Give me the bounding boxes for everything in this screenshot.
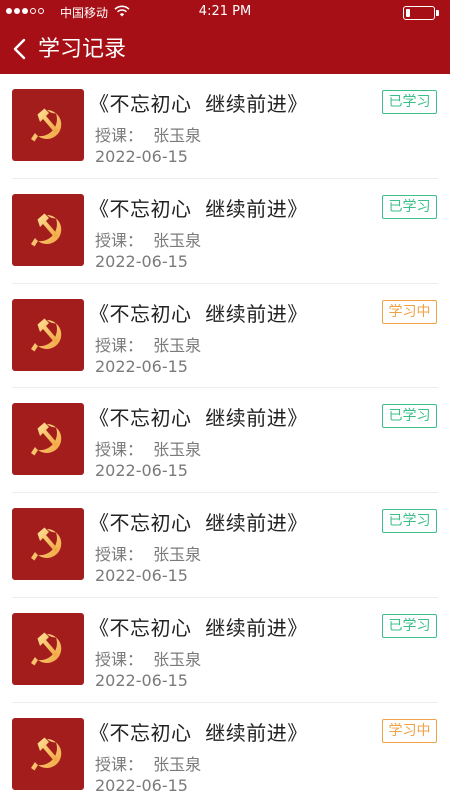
- study-date: 2022-06-15: [95, 251, 188, 271]
- study-status-badge: 学习中: [382, 299, 437, 324]
- nav-bar: 学习记录: [0, 24, 450, 74]
- course-thumbnail: [12, 193, 84, 266]
- hammer-sickle-icon: [31, 422, 62, 456]
- battery-icon: [403, 6, 439, 20]
- status-bar: 中国移动 4:21 PM: [0, 0, 450, 24]
- course-teacher: 授课： 张玉泉: [95, 335, 202, 355]
- app-header: 中国移动 4:21 PM 学习记录: [0, 0, 450, 74]
- study-record-item[interactable]: 《不忘初心 继续前进》 授课： 张玉泉 2022-06-15 已学习: [0, 388, 450, 493]
- course-thumbnail: [12, 89, 84, 161]
- study-date: 2022-06-15: [95, 566, 188, 586]
- hammer-sickle-icon: [31, 108, 62, 142]
- study-record-item[interactable]: 《不忘初心 继续前进》 授课： 张玉泉 2022-06-15 已学习: [0, 493, 450, 598]
- course-title: 《不忘初心 继续前进》: [89, 92, 308, 116]
- study-record-item[interactable]: 《不忘初心 继续前进》 授课： 张玉泉 2022-06-15 学习中: [0, 703, 450, 800]
- study-record-item[interactable]: 《不忘初心 继续前进》 授课： 张玉泉 2022-06-15 学习中: [0, 284, 450, 389]
- page-title: 学习记录: [38, 37, 127, 62]
- hammer-sickle-icon: [31, 318, 62, 352]
- course-title: 《不忘初心 继续前进》: [89, 511, 308, 536]
- course-thumbnail: [12, 717, 84, 790]
- study-status-badge: 已学习: [382, 509, 437, 534]
- study-date: 2022-06-15: [95, 461, 188, 481]
- hammer-sickle-icon: [31, 527, 62, 561]
- back-arrow-icon[interactable]: [8, 35, 30, 63]
- study-date: 2022-06-15: [95, 147, 188, 166]
- study-record-item[interactable]: 《不忘初心 继续前进》 授课： 张玉泉 2022-06-15 已学习: [0, 179, 450, 284]
- course-thumbnail: [12, 612, 84, 685]
- course-teacher: 授课： 张玉泉: [95, 754, 202, 774]
- course-thumbnail: [12, 403, 84, 476]
- study-date: 2022-06-15: [95, 775, 188, 795]
- study-record-list: 《不忘初心 继续前进》 授课： 张玉泉 2022-06-15 已学习 《不忘初心…: [0, 74, 450, 800]
- hammer-sickle-icon: [31, 213, 62, 247]
- study-status-badge: 已学习: [382, 404, 437, 429]
- course-title: 《不忘初心 继续前进》: [89, 196, 308, 221]
- study-record-item[interactable]: 《不忘初心 继续前进》 授课： 张玉泉 2022-06-15 已学习: [0, 598, 450, 703]
- study-status-badge: 已学习: [382, 90, 437, 114]
- study-status-badge: 学习中: [382, 718, 437, 743]
- course-teacher: 授课： 张玉泉: [95, 230, 202, 250]
- study-date: 2022-06-15: [95, 356, 188, 376]
- hammer-sickle-icon: [31, 632, 62, 666]
- study-record-item[interactable]: 《不忘初心 继续前进》 授课： 张玉泉 2022-06-15 已学习: [0, 74, 450, 179]
- course-title: 《不忘初心 继续前进》: [89, 406, 308, 431]
- course-teacher: 授课： 张玉泉: [95, 649, 202, 669]
- study-date: 2022-06-15: [95, 670, 188, 690]
- study-status-badge: 已学习: [382, 613, 437, 638]
- course-title: 《不忘初心 继续前进》: [89, 615, 308, 640]
- course-teacher: 授课： 张玉泉: [95, 545, 202, 565]
- hammer-sickle-icon: [31, 737, 62, 771]
- course-teacher: 授课： 张玉泉: [95, 440, 202, 460]
- course-title: 《不忘初心 继续前进》: [89, 720, 308, 745]
- status-time: 4:21 PM: [198, 4, 252, 19]
- study-status-badge: 已学习: [382, 194, 437, 219]
- course-thumbnail: [12, 298, 84, 371]
- course-thumbnail: [12, 508, 84, 581]
- course-teacher: 授课： 张玉泉: [95, 126, 202, 145]
- course-title: 《不忘初心 继续前进》: [89, 301, 308, 326]
